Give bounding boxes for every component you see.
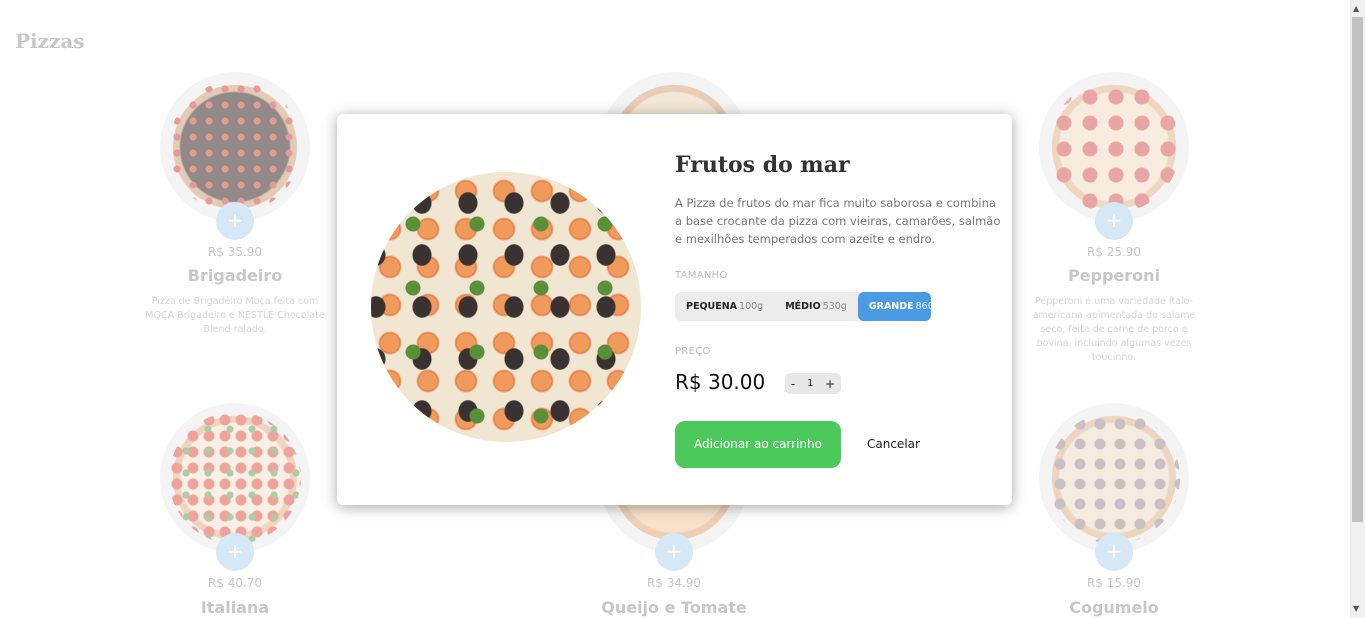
modal-pizza-image xyxy=(371,172,641,442)
pizza-menu-page: Pizzas + R$ 35.90 Brigadeiro Pizza de Br… xyxy=(0,0,1350,618)
price-label: PREÇO xyxy=(675,346,711,357)
size-weight: 100g xyxy=(739,301,764,312)
size-option-pequena[interactable]: PEQUENA 100g xyxy=(675,292,774,321)
quantity-stepper: - 1 + xyxy=(785,373,841,394)
size-selector: PEQUENA100g MÉDIO530g GRANDE860g xyxy=(675,292,931,321)
modal-description: A Pizza de frutos do mar fica muito sabo… xyxy=(675,196,1001,246)
modal-title: Frutos do mar xyxy=(675,152,850,178)
page-scrollbar[interactable]: ▲ ▼ xyxy=(1350,0,1365,618)
pizza-detail-modal: Frutos do mar A Pizza de frutos do mar f… xyxy=(337,114,1012,505)
size-weight: 530g xyxy=(822,301,847,312)
size-name: PEQUENA xyxy=(686,301,738,312)
modal-price: R$ 30.00 xyxy=(675,370,766,394)
add-to-cart-button[interactable]: Adicionar ao carrinho xyxy=(675,421,841,468)
scroll-up-arrow-icon[interactable]: ▲ xyxy=(1353,4,1359,13)
quantity-value: 1 xyxy=(806,378,814,389)
size-name: GRANDE xyxy=(868,301,914,312)
cancel-button[interactable]: Cancelar xyxy=(867,437,920,451)
scrollbar-thumb[interactable] xyxy=(1352,17,1363,522)
quantity-decrease-button[interactable]: - xyxy=(791,377,795,391)
scroll-down-arrow-icon[interactable]: ▼ xyxy=(1353,604,1359,613)
size-weight: 860g xyxy=(915,301,931,312)
size-option-grande[interactable]: GRANDE860g xyxy=(857,292,931,321)
size-option-medio[interactable]: MÉDIO 530g xyxy=(774,292,858,321)
size-name: MÉDIO xyxy=(785,301,821,312)
size-label: TAMANHO xyxy=(675,270,728,281)
quantity-increase-button[interactable]: + xyxy=(825,377,835,391)
